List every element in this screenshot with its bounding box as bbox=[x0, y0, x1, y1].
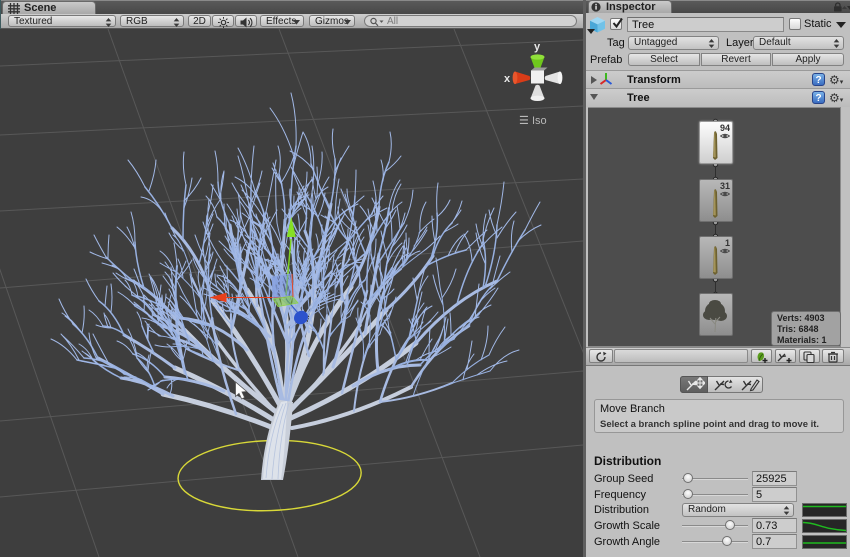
svg-text:Iso: Iso bbox=[532, 115, 547, 127]
svg-text:y: y bbox=[534, 41, 541, 53]
svg-text:x: x bbox=[504, 73, 511, 85]
svg-text:☰: ☰ bbox=[519, 115, 529, 127]
